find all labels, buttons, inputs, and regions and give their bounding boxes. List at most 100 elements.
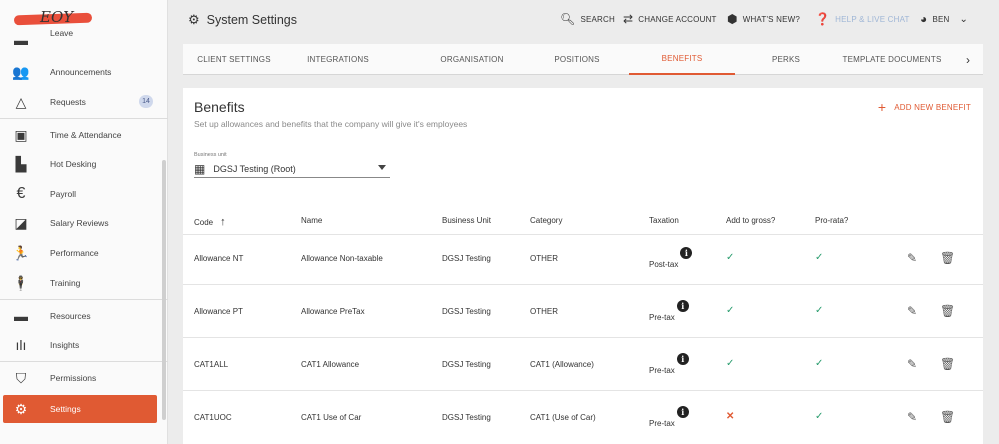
chevron-down-icon: ⌄	[959, 13, 969, 25]
column-header-code[interactable]: Code ↑	[194, 216, 226, 228]
sidebar-item-hot-desking[interactable]: ▙ Hot Desking	[0, 150, 168, 178]
gear-icon: ⚙	[188, 12, 200, 27]
sidebar-item-performance[interactable]: 🏃 Performance	[0, 239, 168, 267]
cell-code: Allowance NT	[194, 254, 244, 263]
tab-template-documents[interactable]: TEMPLATE DOCUMENTS	[835, 44, 949, 75]
table-row-divider	[183, 390, 983, 391]
search-icon: 🔍︎	[560, 12, 576, 26]
check-icon: ✓	[815, 305, 824, 316]
cell-taxation: Pre-tax i	[649, 406, 689, 428]
cell-name: CAT1 Use of Car	[301, 413, 362, 422]
cell-code: CAT1UOC	[194, 413, 232, 422]
sidebar-item-insights[interactable]: ılı Insights	[0, 331, 168, 359]
sidebar-item-training[interactable]: 🕴 Training	[0, 269, 168, 297]
column-header-taxation[interactable]: Taxation	[649, 216, 679, 225]
top-header: ⚙ System Settings 🔍︎ SEARCH ⇄ CHANGE ACC…	[168, 0, 999, 40]
sidebar-divider	[0, 118, 168, 119]
cell-code: CAT1ALL	[194, 360, 229, 369]
tab-positions[interactable]: POSITIONS	[523, 44, 631, 75]
column-header-pro-rata[interactable]: Pro-rata?	[815, 216, 848, 225]
building-icon: ▦	[194, 161, 206, 176]
tab-perks[interactable]: PERKS	[735, 44, 837, 75]
edit-icon[interactable]: ✎	[907, 410, 917, 424]
check-icon: ✓	[815, 358, 824, 369]
company-logo[interactable]: EOY	[13, 6, 93, 30]
sidebar-scrollbar[interactable]	[162, 160, 166, 420]
cell-code: Allowance PT	[194, 307, 243, 316]
column-header-business-unit[interactable]: Business Unit	[442, 216, 491, 225]
sidebar-item-payroll[interactable]: € Payroll	[0, 180, 168, 208]
cell-business-unit: DGSJ Testing	[442, 360, 491, 369]
cell-taxation: Post-tax i	[649, 247, 693, 269]
table-row-divider	[183, 337, 983, 338]
info-icon[interactable]: i	[676, 353, 689, 365]
check-icon: ✓	[726, 358, 735, 369]
leave-icon: ▬	[14, 32, 28, 48]
sidebar-item-settings[interactable]: ⚙ Settings	[3, 395, 157, 423]
shield-icon: ⛉	[15, 369, 27, 386]
column-header-name[interactable]: Name	[301, 216, 322, 225]
change-account-button[interactable]: ⇄ CHANGE ACCOUNT	[623, 12, 717, 26]
gear-icon: ⚙	[14, 400, 28, 417]
sidebar: EOY ▬ Leave 👥 Announcements △ Requests 1…	[0, 0, 168, 444]
cell-business-unit: DGSJ Testing	[442, 254, 491, 263]
sidebar-item-permissions[interactable]: ⛉ Permissions	[0, 364, 168, 392]
check-icon: ✓	[815, 411, 824, 422]
info-icon[interactable]: i	[676, 300, 689, 312]
sidebar-item-requests[interactable]: △ Requests 14	[0, 88, 168, 116]
business-unit-select[interactable]: ▦ DGSJ Testing (Root)	[194, 160, 390, 178]
announcement-icon: ⬢	[727, 12, 738, 26]
delete-icon[interactable]: 🗑︎	[940, 304, 955, 318]
cell-taxation: Pre-tax i	[649, 353, 689, 375]
sidebar-item-salary-reviews[interactable]: ◪ Salary Reviews	[0, 209, 168, 237]
training-icon: 🕴	[12, 274, 30, 291]
page-subtitle: Set up allowances and benefits that the …	[194, 119, 468, 129]
euro-icon: €	[16, 185, 26, 202]
delete-icon[interactable]: 🗑︎	[940, 357, 955, 371]
cell-category: CAT1 (Use of Car)	[530, 413, 596, 422]
chevron-right-icon[interactable]: ›	[959, 44, 977, 75]
page-title: Benefits	[194, 99, 245, 115]
cell-taxation: Pre-tax i	[649, 300, 689, 322]
add-new-benefit-button[interactable]: + ADD NEW BENEFIT	[878, 99, 971, 115]
tab-client-settings[interactable]: CLIENT SETTINGS	[183, 44, 285, 75]
whats-new-button[interactable]: ⬢ WHAT'S NEW?	[727, 12, 800, 26]
swap-icon: ⇄	[623, 12, 634, 26]
sidebar-divider	[0, 299, 168, 300]
check-icon: ✓	[815, 252, 824, 263]
cell-category: OTHER	[530, 254, 558, 263]
cell-business-unit: DGSJ Testing	[442, 307, 491, 316]
search-button[interactable]: 🔍︎ SEARCH	[560, 12, 615, 26]
settings-tabs: CLIENT SETTINGS INTEGRATIONS ORGANISATIO…	[183, 44, 983, 75]
info-icon[interactable]: i	[680, 247, 693, 259]
sort-ascending-icon[interactable]: ↑	[220, 216, 226, 228]
requests-badge: 14	[139, 95, 153, 108]
performance-icon: 🏃	[12, 244, 30, 261]
sidebar-item-announcements[interactable]: 👥 Announcements	[0, 58, 168, 86]
sidebar-item-resources[interactable]: ▬ Resources	[0, 302, 168, 330]
delete-icon[interactable]: 🗑︎	[940, 251, 955, 265]
table-divider	[183, 234, 983, 235]
insights-icon: ılı	[15, 337, 27, 353]
help-live-chat-button[interactable]: ❓ HELP & LIVE CHAT	[815, 12, 910, 26]
table-row-divider	[183, 284, 983, 285]
column-header-category[interactable]: Category	[530, 216, 562, 225]
edit-icon[interactable]: ✎	[907, 251, 917, 265]
dropdown-caret-icon	[378, 165, 386, 170]
salary-reviews-icon: ◪	[14, 214, 28, 231]
user-menu[interactable]: ◕ BEN ⌄	[920, 12, 968, 26]
delete-icon[interactable]: 🗑︎	[940, 410, 955, 424]
edit-icon[interactable]: ✎	[907, 304, 917, 318]
sidebar-item-leave[interactable]: ▬ Leave	[0, 30, 168, 50]
calendar-icon: ▣	[14, 126, 28, 143]
business-unit-label: Business unit	[194, 152, 227, 158]
info-icon[interactable]: i	[676, 406, 689, 418]
tab-integrations[interactable]: INTEGRATIONS	[285, 44, 391, 75]
sidebar-item-time-attendance[interactable]: ▣ Time & Attendance	[0, 121, 168, 149]
edit-icon[interactable]: ✎	[907, 357, 917, 371]
cell-business-unit: DGSJ Testing	[442, 413, 491, 422]
hot-desking-icon: ▙	[15, 155, 27, 172]
cell-name: Allowance PreTax	[301, 307, 365, 316]
column-header-add-to-gross[interactable]: Add to gross?	[726, 216, 775, 225]
tab-benefits[interactable]: BENEFITS	[629, 44, 735, 75]
